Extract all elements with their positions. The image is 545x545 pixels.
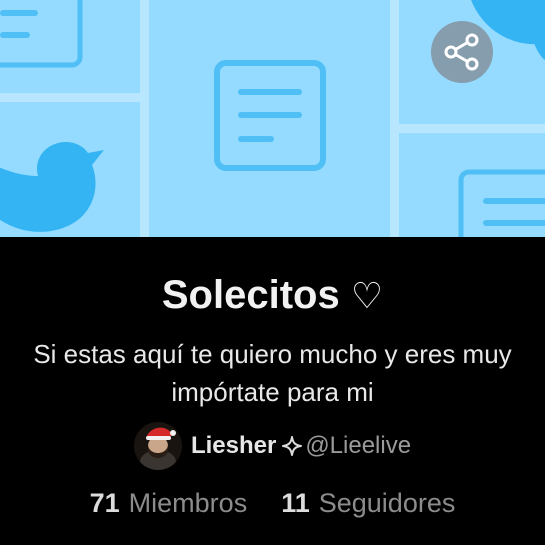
author-name[interactable]: Liesher bbox=[191, 432, 276, 460]
followers-stat[interactable]: 11 Seguidores bbox=[281, 488, 455, 519]
followers-label: Seguidores bbox=[318, 487, 456, 518]
author-avatar[interactable] bbox=[133, 422, 182, 470]
followers-count: 11 bbox=[281, 487, 310, 518]
community-name: Solecitos bbox=[161, 273, 340, 317]
author-row: Liesher @Lieelive bbox=[0, 421, 545, 471]
members-count: 71 bbox=[89, 487, 120, 518]
community-stats: 71 Miembros 11 Seguidores bbox=[0, 483, 545, 523]
sparkle-icon bbox=[282, 436, 303, 456]
share-button[interactable] bbox=[431, 21, 493, 83]
author-handle[interactable]: @Lieelive bbox=[305, 432, 411, 460]
community-title: Solecitos ♡ bbox=[0, 271, 545, 321]
share-icon bbox=[444, 33, 479, 71]
avatar-image bbox=[133, 422, 182, 470]
heart-symbol: ♡ bbox=[350, 276, 384, 317]
cover-banner bbox=[0, 0, 545, 237]
description-line: Si estas aquí te quiero mucho y eres muy bbox=[33, 339, 512, 369]
members-label: Miembros bbox=[128, 487, 248, 518]
members-stat[interactable]: 71 Miembros bbox=[90, 488, 248, 519]
community-info: Solecitos ♡ Si estas aquí te quiero much… bbox=[0, 237, 545, 545]
description-line: impórtate para mi bbox=[171, 377, 374, 407]
community-description: Si estas aquí te quiero mucho y eres muy… bbox=[0, 335, 545, 411]
